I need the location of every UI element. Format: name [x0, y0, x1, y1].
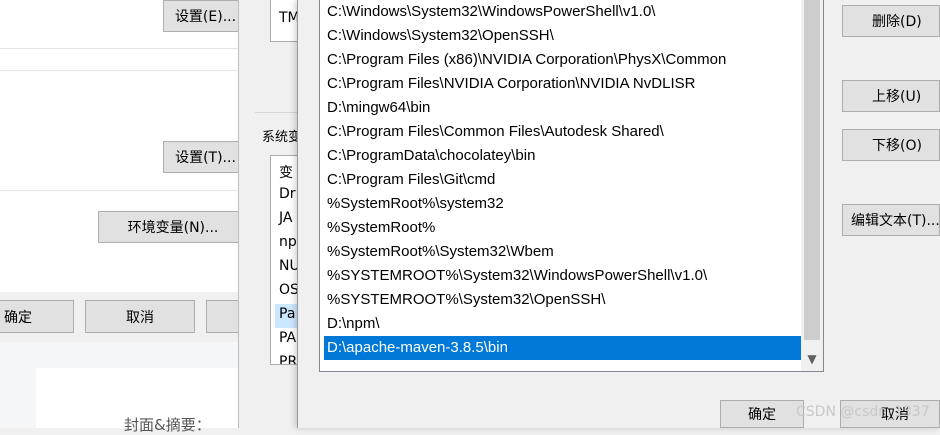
settings-button-startup[interactable]: 设置(T)... [163, 141, 248, 173]
path-entry[interactable]: C:\Program Files\NVIDIA Corporation\NVID… [324, 72, 803, 96]
path-entries-list[interactable]: C:\Windows\System32\WindowsPowerShell\v1… [319, 0, 824, 372]
move-up-button[interactable]: 上移(U) [842, 80, 940, 112]
path-entry[interactable]: %SystemRoot%\system32 [324, 192, 803, 216]
delete-button[interactable]: 删除(D) [842, 5, 940, 37]
cancel-button[interactable]: 取消 [85, 300, 195, 333]
system-variable-cell[interactable]: np [279, 234, 297, 250]
system-variable-cell[interactable]: Dr [279, 186, 296, 202]
system-variable-cell[interactable]: JA [279, 210, 292, 226]
path-entry-selected[interactable]: D:\apache-maven-3.8.5\bin [324, 336, 803, 360]
ok-button[interactable]: 确定 [0, 300, 74, 333]
system-variables-list[interactable]: 变 Dr JA np NU OS Pa PA PR [270, 155, 300, 365]
settings-button-performance[interactable]: 设置(E)... [163, 0, 248, 32]
path-entry[interactable]: C:\Program Files (x86)\NVIDIA Corporatio… [324, 48, 803, 72]
path-entry[interactable]: D:\mingw64\bin [324, 96, 803, 120]
system-variable-cell[interactable]: OS [279, 282, 299, 298]
section-divider [0, 190, 248, 191]
edit-text-button[interactable]: 编辑文本(T)... [842, 204, 940, 236]
system-variable-cell[interactable]: PR [279, 354, 297, 364]
scrollbar-thumb[interactable] [804, 0, 820, 340]
system-variable-header: 变 [279, 165, 293, 181]
ok-button[interactable]: 确定 [720, 400, 804, 428]
path-entry[interactable]: %SystemRoot%\System32\Wbem [324, 240, 803, 264]
path-entry[interactable]: %SYSTEMROOT%\System32\WindowsPowerShell\… [324, 264, 803, 288]
path-entry[interactable]: D:\npm\ [324, 312, 803, 336]
path-entry[interactable]: %SYSTEMROOT%\System32\OpenSSH\ [324, 288, 803, 312]
path-entry[interactable]: %SystemRoot% [324, 216, 803, 240]
move-down-button[interactable]: 下移(O) [842, 129, 940, 161]
path-entry[interactable]: C:\ProgramData\chocolatey\bin [324, 144, 803, 168]
scroll-down-arrow-icon[interactable]: ▼ [801, 348, 823, 370]
system-variable-cell[interactable]: PA [279, 330, 296, 346]
path-entry[interactable]: C:\Program Files\Common Files\Autodesk S… [324, 120, 803, 144]
system-variable-cell[interactable]: Pa [279, 306, 295, 322]
path-entry[interactable]: C:\Windows\System32\OpenSSH\ [324, 24, 803, 48]
system-variables-group-label: 系统变 [262, 130, 302, 145]
system-properties-dialog: 设置(E)... 设置(T)... 环境变量(N)... 确定 取消 [0, 0, 248, 342]
csdn-watermark: CSDN @csdn_1337 [796, 404, 930, 420]
path-entry[interactable]: C:\Program Files\Git\cmd [324, 168, 803, 192]
cover-summary-label: 封面&摘要： [124, 416, 211, 434]
group-divider [255, 112, 298, 113]
path-list-scrollbar[interactable]: ▼ [801, 0, 823, 371]
environment-variables-button[interactable]: 环境变量(N)... [98, 211, 248, 243]
user-variables-list[interactable]: TM [270, 0, 300, 42]
path-entry[interactable]: C:\Windows\System32\WindowsPowerShell\v1… [324, 0, 803, 24]
section-divider [0, 70, 248, 71]
section-divider [0, 48, 248, 49]
